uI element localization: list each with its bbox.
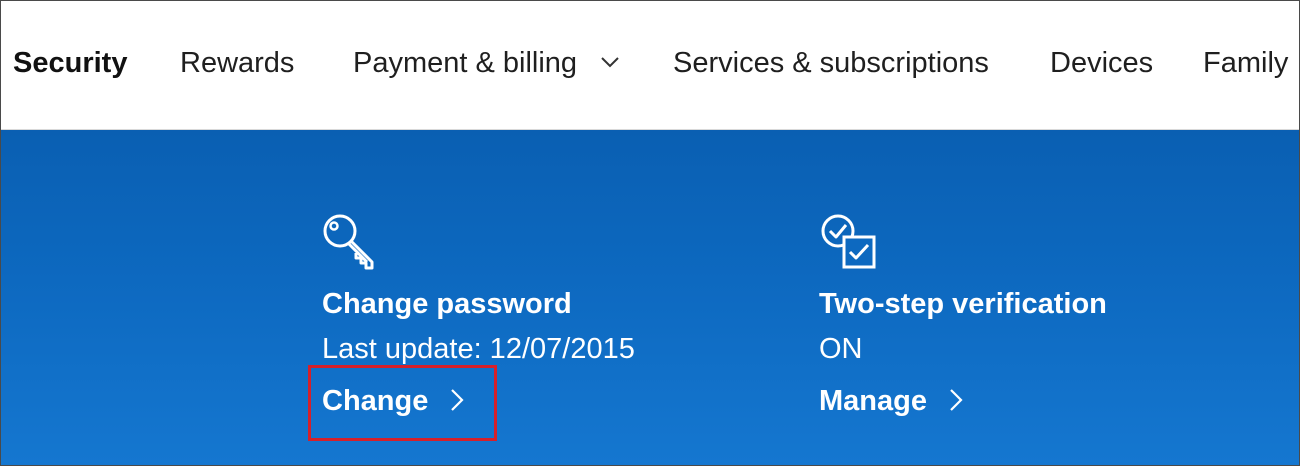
account-page: Security Rewards Payment & billing Servi… [0,0,1300,466]
nav-item-label: Rewards [180,47,295,79]
nav-item-services-subscriptions[interactable]: Services & subscriptions [673,45,989,81]
manage-link-label: Manage [819,385,927,417]
nav-item-rewards[interactable]: Rewards [180,45,294,81]
card-title: Change password [322,288,572,320]
chevron-down-icon [601,57,619,68]
top-navigation: Security Rewards Payment & billing Servi… [1,1,1299,130]
nav-item-label: Devices [1050,47,1154,79]
nav-item-label: Payment & billing [353,47,578,79]
nav-item-devices[interactable]: Devices [1050,45,1153,81]
card-title: Two-step verification [819,288,1107,320]
chevron-right-icon [950,389,963,412]
nav-item-label: Security [13,47,128,79]
two-step-status: ON [819,333,863,365]
key-icon [323,214,374,270]
nav-item-label: Services & subscriptions [673,47,989,79]
nav-item-label: Family [1203,47,1289,79]
nav-item-payment-billing[interactable]: Payment & billing [353,45,621,81]
nav-item-family[interactable]: Family [1203,45,1288,81]
change-link-highlight-box [308,365,497,441]
nav-item-security[interactable]: Security [13,45,127,81]
two-step-verification-icon [821,214,876,269]
manage-two-step-link[interactable]: Manage [819,385,963,418]
last-update-text: Last update: 12/07/2015 [322,333,635,365]
